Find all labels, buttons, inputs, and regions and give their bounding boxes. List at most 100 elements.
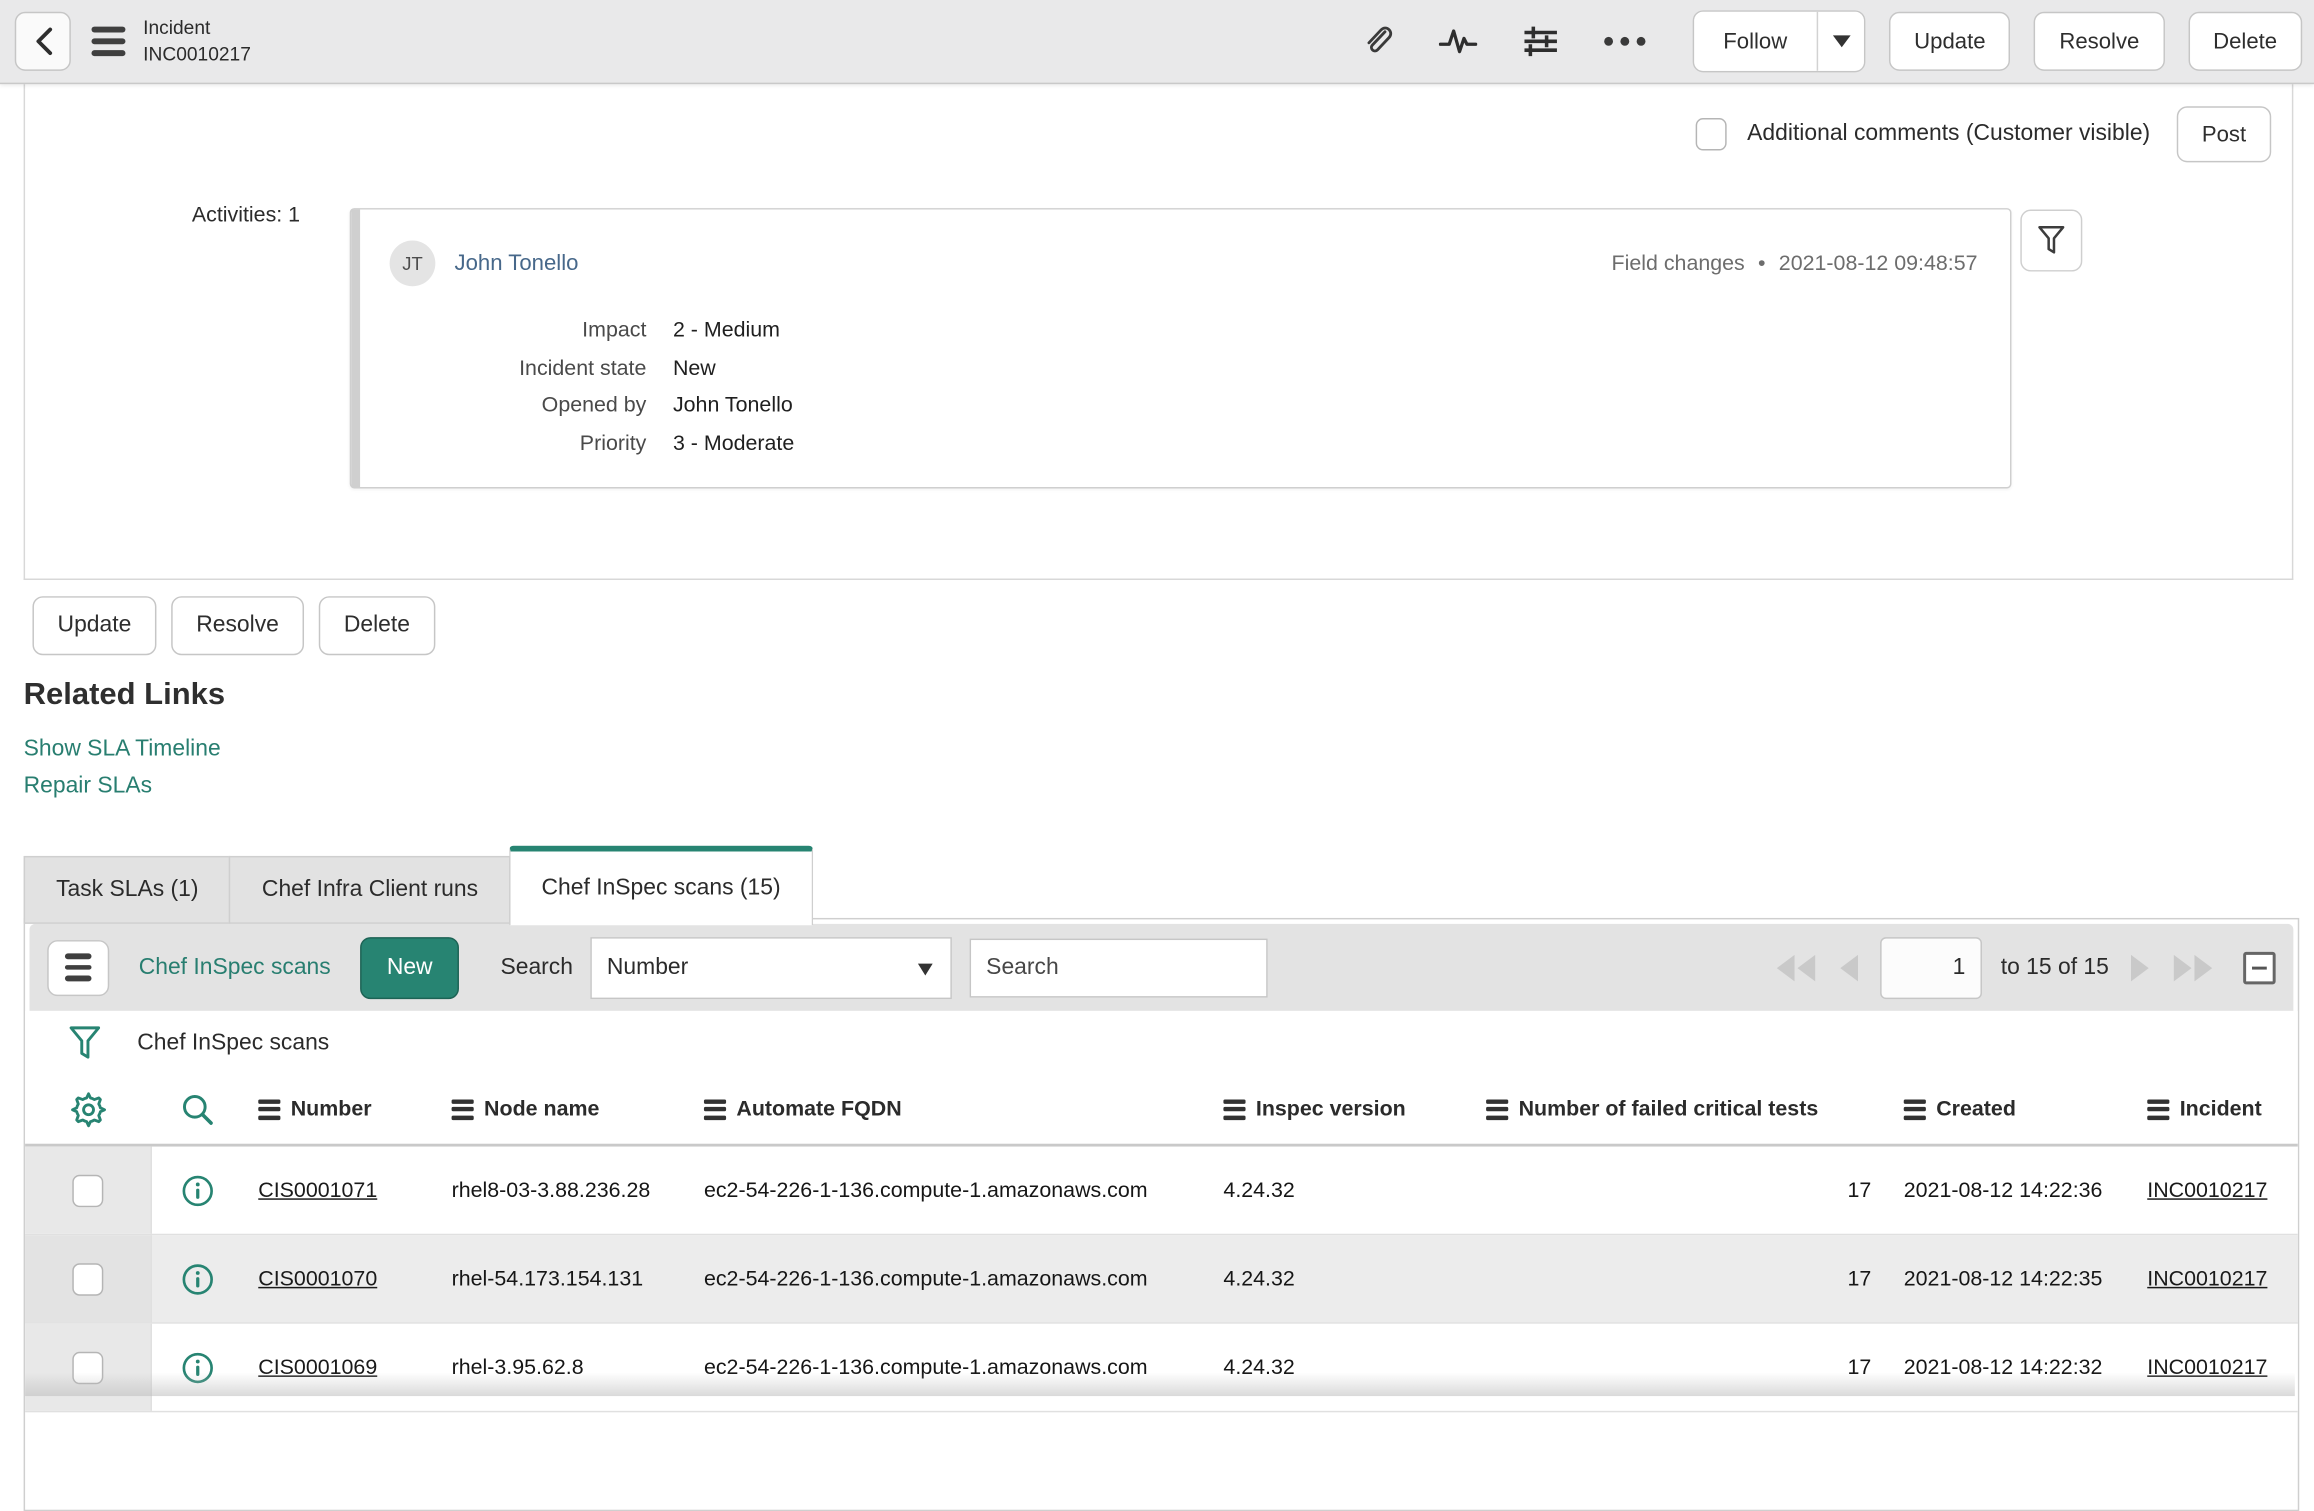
context-menu-icon[interactable] — [91, 26, 126, 57]
list-menu-button[interactable] — [47, 939, 110, 996]
row-checkbox[interactable] — [72, 1262, 104, 1295]
list-title-link[interactable]: Chef InSpec scans — [139, 954, 331, 981]
show-sla-timeline-link[interactable]: Show SLA Timeline — [24, 736, 221, 763]
row-checkbox[interactable] — [72, 1173, 104, 1207]
breadcrumb-label[interactable]: Chef InSpec scans — [137, 1029, 329, 1056]
node-name-cell: rhel8-03-3.88.236.28 — [451, 1178, 651, 1203]
row-checkbox[interactable] — [72, 1351, 104, 1384]
additional-comments-checkbox[interactable] — [1695, 118, 1727, 151]
tab-chef-infra-client-runs[interactable]: Chef Infra Client runs — [229, 855, 511, 924]
scan-number-link[interactable]: CIS0001069 — [258, 1355, 377, 1379]
additional-comments-label: Additional comments (Customer visible) — [1747, 121, 2151, 147]
record-title: Incident INC0010217 — [143, 15, 251, 67]
field-value: 3 - Moderate — [672, 431, 795, 456]
repair-slas-link[interactable]: Repair SLAs — [24, 773, 152, 800]
column-menu-icon — [2147, 1098, 2170, 1120]
incident-link[interactable]: INC0010217 — [2147, 1267, 2267, 1291]
next-page-button[interactable] — [2128, 951, 2152, 983]
follow-dropdown-button[interactable] — [1816, 11, 1864, 71]
chevron-left-icon — [35, 27, 52, 56]
activities-count: Activities: 1 — [191, 203, 301, 228]
paperclip-icon — [1367, 26, 1392, 53]
page-input[interactable] — [1879, 936, 1982, 999]
first-page-button[interactable] — [1773, 951, 1817, 983]
column-header-node-name[interactable]: Node name — [437, 1097, 689, 1121]
field-change-row: Incident state New — [351, 350, 2010, 388]
first-page-icon — [1776, 954, 1795, 981]
row-preview-cell — [152, 1350, 243, 1385]
column-header-automate-fqdn[interactable]: Automate FQDN — [689, 1097, 1208, 1121]
list-breadcrumb-row: Chef InSpec scans — [25, 1010, 2298, 1075]
column-search-cell — [152, 1091, 243, 1126]
resolve-button[interactable]: Resolve — [171, 596, 304, 656]
follow-button[interactable]: Follow — [1693, 11, 1817, 71]
row-checkbox-cell — [25, 1323, 153, 1411]
column-header-number[interactable]: Number — [244, 1097, 437, 1121]
record-type-label: Incident — [143, 16, 211, 40]
column-menu-icon — [1486, 1098, 1509, 1120]
info-icon[interactable] — [180, 1172, 215, 1207]
table-row: CIS0001070 rhel-54.173.154.131 ec2-54-22… — [25, 1235, 2298, 1324]
scan-number-link[interactable]: CIS0001070 — [258, 1267, 377, 1291]
gear-icon[interactable] — [69, 1090, 107, 1128]
search-input[interactable] — [969, 937, 1269, 997]
activity-filter-button[interactable] — [2020, 209, 2083, 272]
chef-inspec-scans-list: Chef InSpec scans New Search Number to 1… — [23, 917, 2300, 1511]
activity-meta: Field changes • 2021-08-12 09:48:57 — [1612, 252, 1978, 276]
last-page-button[interactable] — [2171, 951, 2215, 983]
column-header-inspec-version[interactable]: Inspec version — [1209, 1097, 1472, 1121]
funnel-icon — [2038, 226, 2065, 254]
post-button[interactable]: Post — [2176, 106, 2272, 163]
update-button[interactable]: Update — [32, 596, 157, 656]
bullet-separator: • — [1758, 252, 1766, 276]
row-checkbox-cell — [25, 1146, 153, 1234]
column-menu-icon — [258, 1098, 281, 1120]
new-button[interactable]: New — [360, 936, 460, 999]
page-range-label: to 15 of 15 — [2000, 954, 2109, 980]
avatar: JT — [389, 240, 436, 287]
collapse-list-button[interactable] — [2243, 951, 2276, 984]
update-button[interactable]: Update — [1889, 11, 2011, 71]
incident-link[interactable]: INC0010217 — [2147, 1178, 2267, 1202]
activity-stream-button[interactable] — [1430, 24, 1486, 59]
additional-comments-row: Additional comments (Customer visible) P… — [1695, 106, 2272, 163]
next-page-icon — [2131, 954, 2149, 981]
failed-tests-cell: 17 — [1847, 1355, 1872, 1380]
tab-chef-inspec-scans[interactable]: Chef InSpec scans (15) — [509, 845, 814, 926]
incident-page: Incident INC0010217 Follow Update Resolv… — [0, 0, 2314, 1511]
search-field-select[interactable]: Number — [590, 936, 953, 999]
search-icon[interactable] — [180, 1091, 215, 1126]
delete-button[interactable]: Delete — [318, 596, 436, 656]
last-page-icon — [2173, 954, 2192, 981]
tab-task-slas[interactable]: Task SLAs (1) — [23, 855, 231, 924]
attachment-button[interactable] — [1353, 22, 1403, 60]
previous-page-icon — [1839, 954, 1858, 981]
chevron-down-icon — [918, 962, 934, 982]
back-button[interactable] — [14, 11, 71, 71]
column-header-failed-tests[interactable]: Number of failed critical tests — [1471, 1097, 1889, 1121]
column-header-incident[interactable]: Incident — [2132, 1097, 2297, 1121]
filter-funnel-icon[interactable] — [69, 1025, 101, 1060]
previous-page-button[interactable] — [1837, 951, 1861, 983]
column-label: Inspec version — [1255, 1097, 1406, 1121]
field-change-row: Opened by John Tonello — [351, 388, 2010, 426]
column-header-created[interactable]: Created — [1889, 1097, 2133, 1121]
column-label: Incident — [2179, 1097, 2262, 1121]
created-cell: 2021-08-12 14:22:32 — [1903, 1355, 2103, 1380]
delete-button[interactable]: Delete — [2188, 11, 2303, 71]
activity-author[interactable]: John Tonello — [455, 251, 579, 276]
info-icon[interactable] — [180, 1261, 215, 1296]
field-value: John Tonello — [672, 394, 793, 418]
chevron-down-icon — [1832, 35, 1850, 56]
node-name-cell: rhel-3.95.62.8 — [451, 1355, 584, 1380]
scan-number-link[interactable]: CIS0001071 — [258, 1178, 377, 1202]
table-row: CIS0001071 rhel8-03-3.88.236.28 ec2-54-2… — [25, 1146, 2298, 1236]
info-icon[interactable] — [180, 1350, 215, 1385]
personalize-form-button[interactable] — [1512, 22, 1568, 60]
failed-tests-cell: 17 — [1847, 1178, 1872, 1203]
incident-link[interactable]: INC0010217 — [2147, 1355, 2267, 1379]
resolve-button[interactable]: Resolve — [2034, 11, 2165, 71]
activity-card: JT John Tonello Field changes • 2021-08-… — [349, 208, 2012, 489]
list-toolbar: Chef InSpec scans New Search Number to 1… — [29, 923, 2294, 1011]
more-options-button[interactable] — [1595, 35, 1654, 47]
